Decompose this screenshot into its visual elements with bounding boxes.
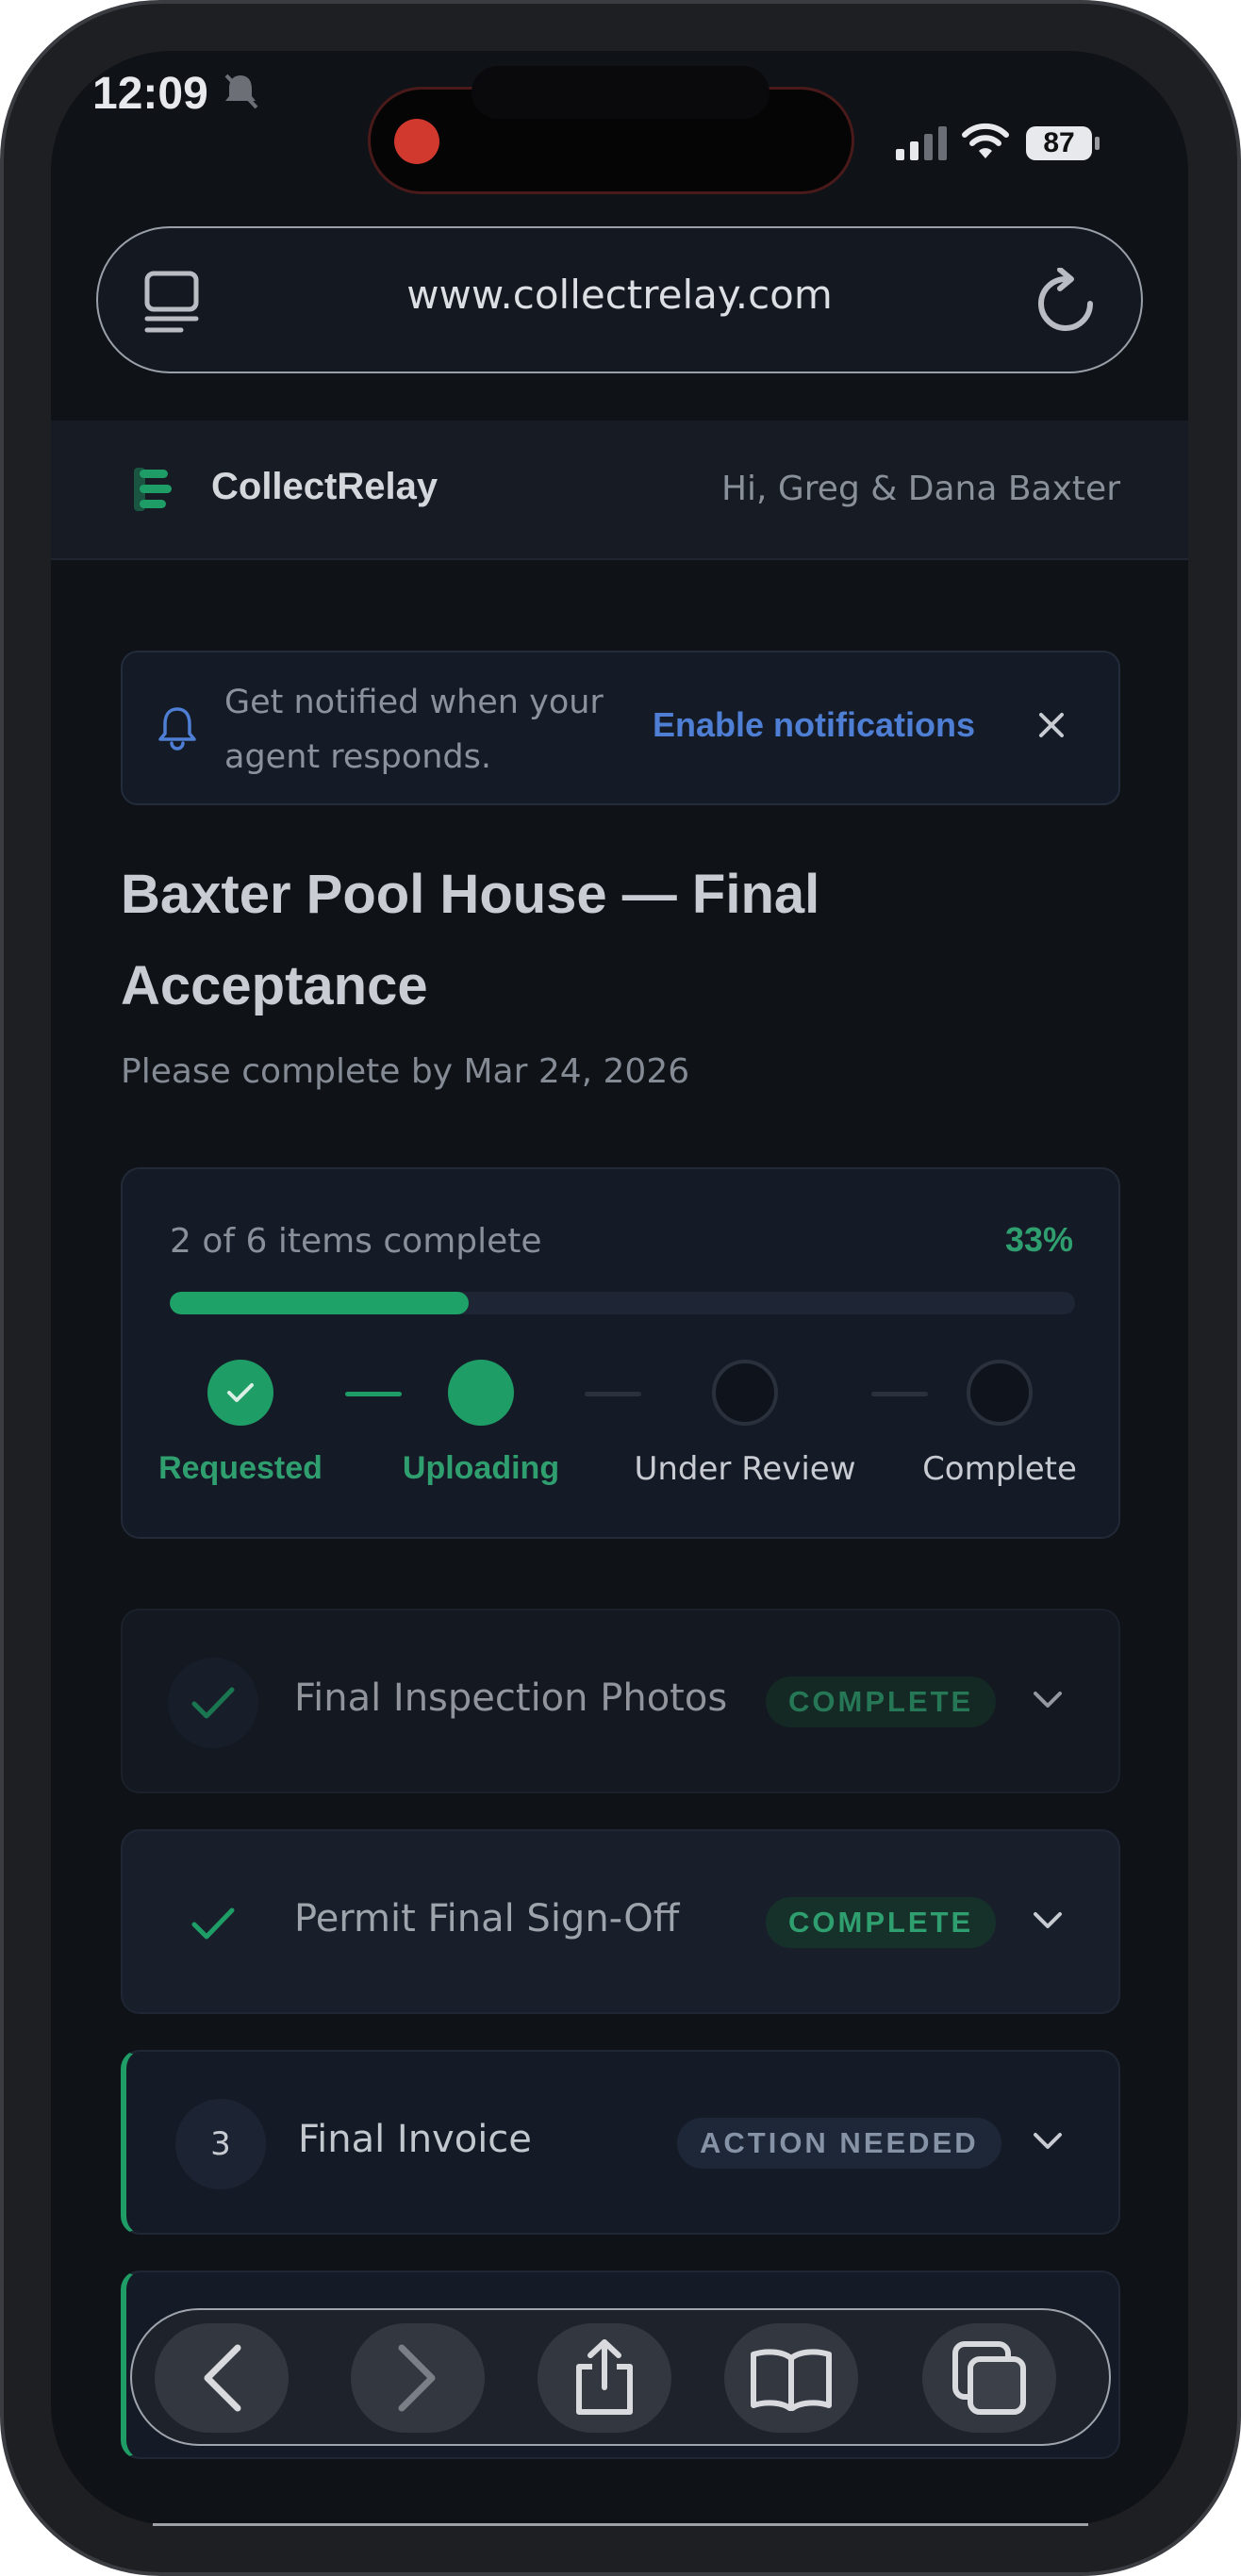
item-title: Final Inspection Photos — [294, 1676, 728, 1720]
progress-card: 2 of 6 items complete 33% Requested Uplo… — [121, 1167, 1120, 1539]
forward-button[interactable] — [351, 2323, 485, 2433]
wifi-icon — [962, 123, 1009, 158]
user-greeting: Hi, Greg & Dana Baxter — [720, 470, 1120, 508]
step-dot — [967, 1360, 1033, 1426]
reload-icon[interactable] — [1037, 268, 1096, 334]
step-label: Complete — [922, 1450, 1077, 1488]
recording-indicator — [394, 119, 439, 164]
item-number: 3 — [175, 2099, 266, 2189]
bell-slash-icon — [224, 74, 258, 109]
bell-icon — [158, 707, 196, 751]
status-time: 12:09 — [92, 69, 208, 119]
camera-notch — [472, 66, 769, 119]
share-icon — [576, 2339, 633, 2415]
browser-toolbar — [130, 2308, 1111, 2446]
home-indicator — [153, 2523, 1088, 2526]
bookmarks-icon — [751, 2349, 832, 2411]
step-dot — [712, 1360, 778, 1426]
battery-tip — [1095, 137, 1100, 150]
progress-summary: 2 of 6 items complete — [170, 1222, 542, 1261]
item-title: Final Invoice — [298, 2118, 532, 2161]
status-badge: ACTION NEEDED — [677, 2118, 1001, 2169]
checklist-item[interactable]: Final Inspection Photos COMPLETE — [121, 1609, 1120, 1793]
due-date: Please complete by Mar 24, 2026 — [121, 1052, 690, 1091]
status-badge: COMPLETE — [766, 1897, 997, 1948]
checklist-item[interactable]: Permit Final Sign-Off COMPLETE — [121, 1829, 1120, 2014]
step-complete: Complete — [886, 1360, 1113, 1488]
item-status-circle — [168, 1878, 258, 1969]
share-button[interactable] — [538, 2323, 671, 2433]
page-title: Baxter Pool House — Final Acceptance — [121, 864, 820, 1016]
back-button[interactable] — [155, 2323, 289, 2433]
bookmarks-button[interactable] — [724, 2323, 858, 2433]
app-header: CollectRelay Hi, Greg & Dana Baxter — [51, 421, 1188, 560]
step-dot — [207, 1360, 273, 1426]
chevron-down-icon[interactable] — [1032, 2131, 1064, 2152]
check-icon — [191, 1687, 235, 1719]
cellular-signal-icon — [896, 126, 947, 160]
item-status-circle — [168, 1658, 258, 1748]
progress-bar-fill — [170, 1292, 469, 1314]
battery-indicator: 87 — [1026, 126, 1092, 160]
step-requested: Requested — [127, 1360, 354, 1487]
enable-notifications-link[interactable]: Enable notifications — [653, 705, 975, 745]
check-icon — [191, 1907, 235, 1940]
step-under-review: Under Review — [632, 1360, 858, 1488]
item-title: Permit Final Sign-Off — [294, 1897, 680, 1940]
chevron-down-icon[interactable] — [1032, 1690, 1064, 1710]
collectrelay-logo-icon — [134, 468, 172, 511]
tabs-overview-icon — [952, 2341, 1026, 2415]
address-bar[interactable]: www.collectrelay.com — [96, 226, 1143, 373]
close-icon[interactable] — [1035, 709, 1067, 741]
app-name[interactable]: CollectRelay — [211, 466, 438, 508]
tabs-button[interactable] — [922, 2323, 1056, 2433]
progress-percent: 33% — [1004, 1220, 1073, 1259]
notification-banner: Get notified when your agent responds. E… — [121, 651, 1120, 805]
forward-icon — [398, 2344, 436, 2412]
step-uploading: Uploading — [368, 1360, 594, 1487]
progress-bar — [170, 1292, 1075, 1314]
step-dot — [448, 1360, 514, 1426]
step-label: Uploading — [402, 1450, 560, 1486]
url-text[interactable]: www.collectrelay.com — [98, 272, 1141, 318]
back-icon — [204, 2344, 241, 2412]
step-label: Under Review — [634, 1450, 856, 1488]
notification-text: Get notified when your agent responds. — [224, 684, 604, 776]
step-label: Requested — [158, 1450, 323, 1486]
status-badge: COMPLETE — [766, 1676, 997, 1727]
chevron-down-icon[interactable] — [1032, 1910, 1064, 1931]
checklist-item[interactable]: 3 Final Invoice ACTION NEEDED — [121, 2050, 1120, 2235]
check-icon — [227, 1383, 254, 1402]
